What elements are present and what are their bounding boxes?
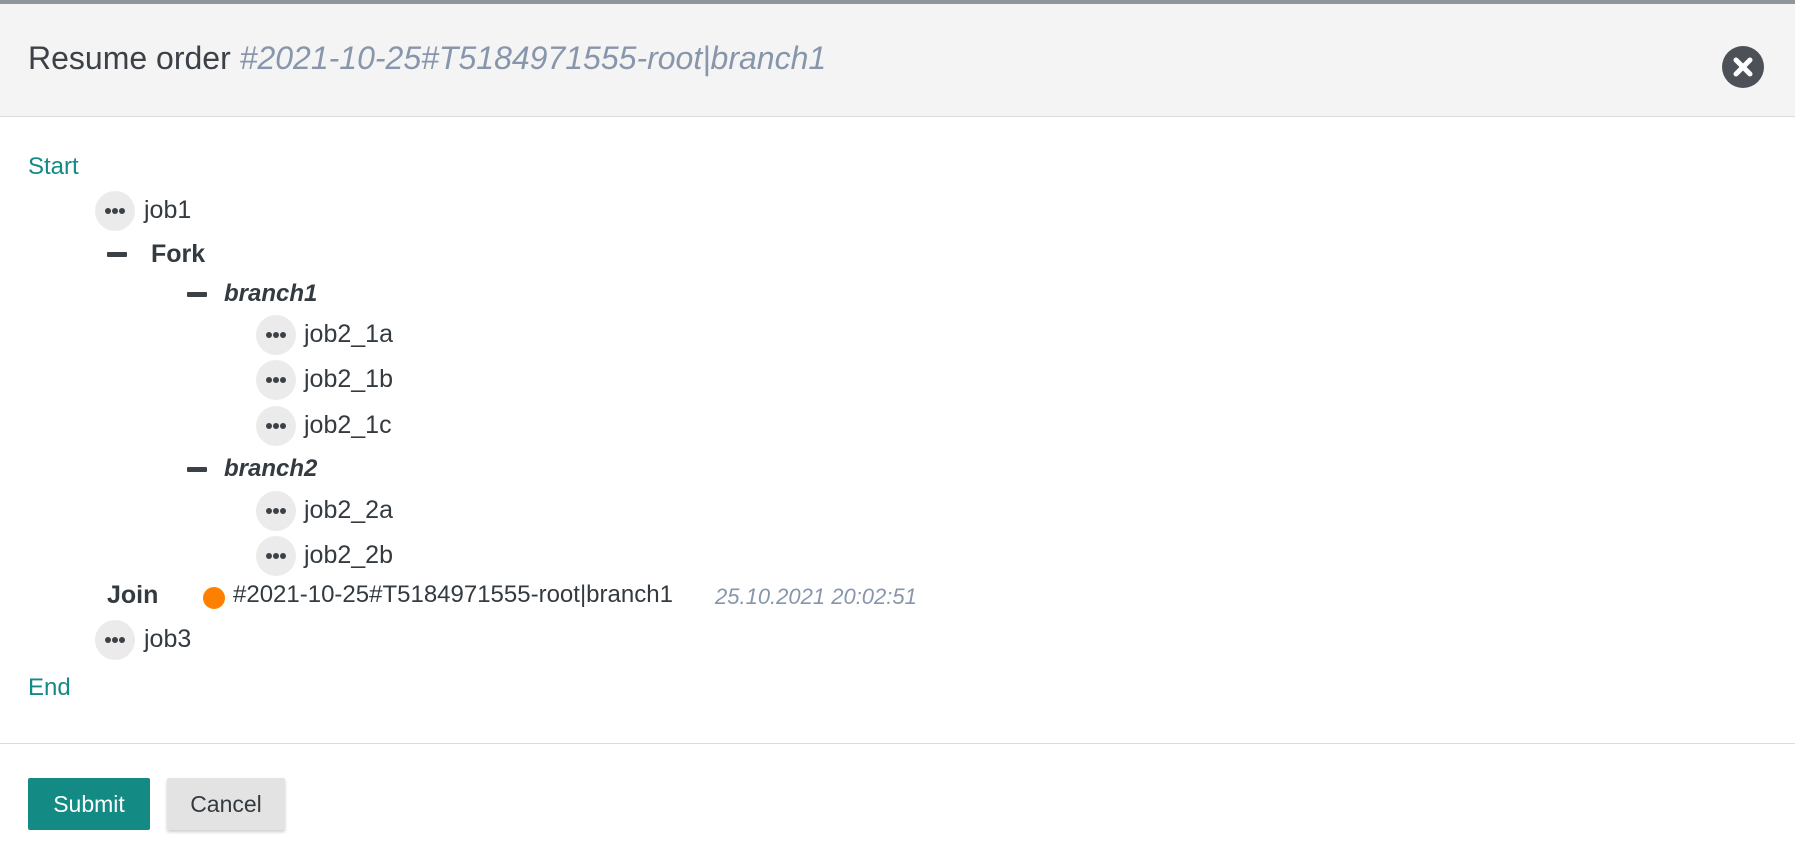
end-label: End: [28, 674, 71, 701]
ellipsis-icon: [105, 637, 125, 643]
fork-label: Fork: [151, 240, 206, 268]
ellipsis-icon: [266, 332, 286, 338]
job-label-job2_2a: job2_2a: [304, 496, 393, 524]
join-order-timestamp: 25.10.2021 20:02:51: [715, 584, 917, 609]
job-label-job3: job3: [144, 625, 192, 653]
ellipsis-icon: [266, 377, 286, 383]
workflow-tree: Start job1 Fork branch1 job2_1a job2_1b …: [0, 117, 1795, 743]
job2_1c-more-button[interactable]: [256, 406, 296, 446]
join-label: Join: [107, 581, 159, 609]
close-icon: [1733, 57, 1753, 77]
ellipsis-icon: [266, 508, 286, 514]
fork-collapse-icon[interactable]: [107, 252, 127, 257]
job2_2a-more-button[interactable]: [256, 491, 296, 531]
close-button[interactable]: [1722, 46, 1764, 88]
job-label-job2_1a: job2_1a: [304, 320, 393, 348]
title-order-id: #2021-10-25#T5184971555-root|branch1: [239, 40, 827, 76]
job-label-job2_2b: job2_2b: [304, 541, 393, 569]
order-state-dot-icon: [203, 587, 225, 609]
ellipsis-icon: [266, 423, 286, 429]
branch-label-branch2: branch2: [224, 455, 318, 482]
ellipsis-icon: [105, 208, 125, 214]
job2_2b-more-button[interactable]: [256, 536, 296, 576]
branch1-collapse-icon[interactable]: [187, 292, 207, 297]
modal-footer: Submit Cancel: [0, 743, 1795, 860]
modal-title: Resume order #2021-10-25#T5184971555-roo…: [28, 40, 826, 77]
job1-more-button[interactable]: [95, 191, 135, 231]
job2_1b-more-button[interactable]: [256, 360, 296, 400]
branch2-collapse-icon[interactable]: [187, 467, 207, 472]
job-label-job1: job1: [144, 196, 192, 224]
join-order-id[interactable]: #2021-10-25#T5184971555-root|branch1: [233, 581, 673, 609]
cancel-button[interactable]: Cancel: [167, 778, 285, 830]
job-label-job2_1c: job2_1c: [304, 411, 392, 439]
job3-more-button[interactable]: [95, 620, 135, 660]
start-label: Start: [28, 153, 79, 180]
branch-label-branch1: branch1: [224, 280, 318, 307]
title-prefix: Resume order: [28, 40, 231, 76]
ellipsis-icon: [266, 553, 286, 559]
job-label-job2_1b: job2_1b: [304, 365, 393, 393]
modal-header: Resume order #2021-10-25#T5184971555-roo…: [0, 4, 1795, 117]
job2_1a-more-button[interactable]: [256, 315, 296, 355]
submit-button[interactable]: Submit: [28, 778, 150, 830]
